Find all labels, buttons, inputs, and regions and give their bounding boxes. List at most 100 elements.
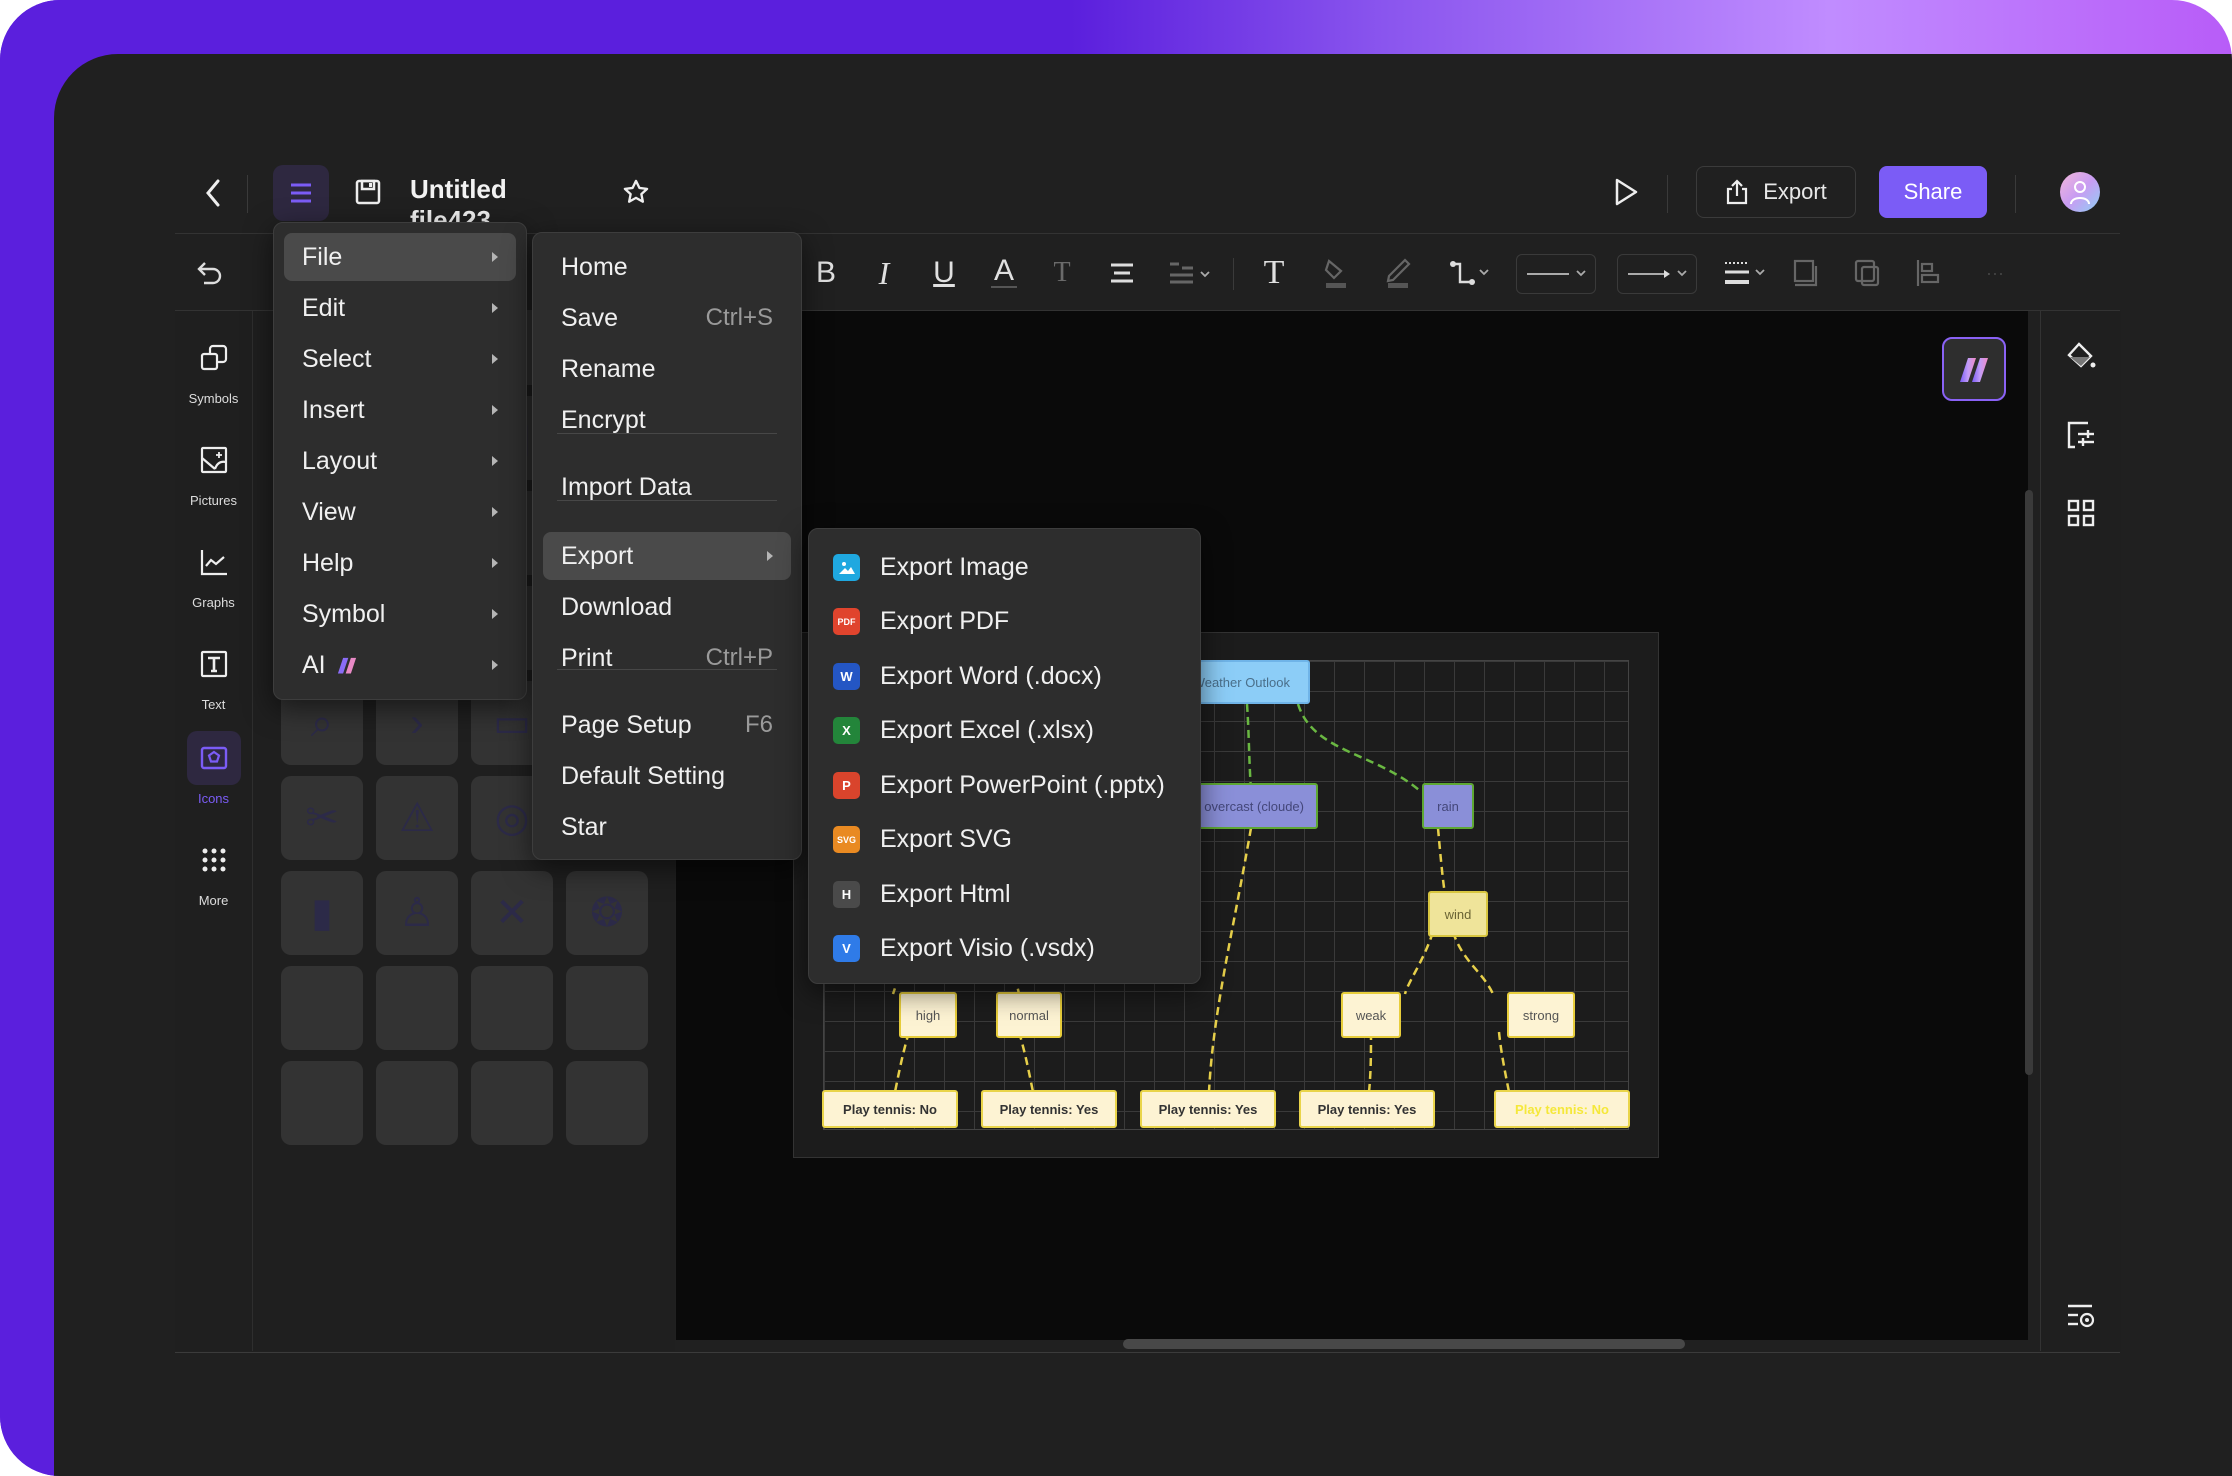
node-high[interactable]: high [899,992,957,1038]
icon-library-tile[interactable]: ❂ [566,871,648,955]
arrow-style-select[interactable] [1617,254,1697,294]
export-item-powerpoint[interactable]: P Export PowerPoint (.pptx) [819,761,1190,809]
icon-library-tile[interactable]: ✂ [281,776,363,860]
node-wind[interactable]: wind [1428,891,1488,937]
line-spacing-button[interactable] [1165,258,1215,288]
node-leaf-play-yes[interactable]: Play tennis: Yes [981,1090,1117,1128]
icon-library-tile[interactable]: ⚠ [376,776,458,860]
menu-item-ai[interactable]: AI [284,641,516,689]
horizontal-scrollbar[interactable] [1123,1339,1685,1349]
file-menu-item-default-setting[interactable]: Default Setting [543,752,791,800]
file-menu-item-encrypt[interactable]: Encrypt [543,396,791,444]
export-item-excel[interactable]: X Export Excel (.xlsx) [819,707,1190,755]
main-menu-button[interactable] [273,165,329,221]
italic-button[interactable]: I [870,255,898,291]
undo-button[interactable] [192,256,228,290]
menu-item-view[interactable]: View [284,488,516,536]
ai-assistant-button[interactable] [1942,337,2006,401]
bold-button[interactable]: B [812,256,840,289]
menu-item-symbol[interactable]: Symbol [284,590,516,638]
icon-library-tile[interactable] [566,1061,648,1145]
rail-item-icons[interactable]: Icons [175,731,252,806]
text-tool-button[interactable]: T [1258,254,1290,291]
export-item-pdf[interactable]: PDF Export PDF [819,598,1190,646]
pdf-icon: PDF [833,608,860,635]
export-item-visio[interactable]: V Export Visio (.vsdx) [819,925,1190,973]
node-strong[interactable]: strong [1507,992,1575,1038]
rail-item-text[interactable]: Text [175,637,252,712]
node-leaf-play-no[interactable]: Play tennis: No [822,1090,958,1128]
export-item-word[interactable]: W Export Word (.docx) [819,652,1190,700]
menu-item-layout[interactable]: Layout [284,437,516,485]
icon-library-tile[interactable] [281,1061,363,1145]
line-color-button[interactable] [1380,258,1416,288]
user-avatar[interactable] [2060,172,2100,212]
align-objects-icon [1916,260,1940,286]
more-toolbar-button[interactable]: ··· [1978,258,2012,288]
line-weight-button[interactable] [1720,258,1770,288]
icon-library-tile[interactable] [471,1061,553,1145]
ai-logo-icon [1960,358,1988,382]
align-objects-button[interactable] [1912,258,1946,288]
node-leaf-play-no[interactable]: Play tennis: No [1494,1090,1630,1128]
underline-button[interactable]: U [928,256,960,289]
submenu-arrow-icon [492,609,498,619]
send-back-button[interactable] [1850,258,1884,288]
font-color-button[interactable]: A [988,256,1020,288]
file-menu-item-import-data[interactable]: Import Data [543,463,791,511]
menu-item-edit[interactable]: Edit [284,284,516,332]
layout-grid-button[interactable] [2061,493,2101,533]
file-menu-item-print[interactable]: Print Ctrl+P [543,634,791,682]
fill-color-button[interactable] [1318,258,1354,288]
vertical-scrollbar[interactable] [2025,490,2033,1075]
icon-library-tile[interactable] [471,966,553,1050]
file-menu-item-save[interactable]: Save Ctrl+S [543,294,791,342]
rail-item-graphs[interactable]: Graphs [175,535,252,610]
library-icon: › [410,700,424,745]
menu-item-file[interactable]: File [284,233,516,281]
rail-item-pictures[interactable]: Pictures [175,433,252,508]
star-button[interactable] [620,176,652,208]
export-item-svg[interactable]: SVG Export SVG [819,816,1190,864]
align-button[interactable] [1106,258,1138,288]
export-item-image[interactable]: Export Image [819,543,1190,591]
share-button[interactable]: Share [1879,166,1987,218]
icon-library-tile[interactable]: ♙ [376,871,458,955]
text-style-button[interactable]: T [1048,257,1076,288]
save-button[interactable] [352,176,384,208]
export-item-html[interactable]: H Export Html [819,870,1190,918]
icon-library-tile[interactable]: ▮ [281,871,363,955]
connector-button[interactable] [1446,258,1496,288]
fill-style-button[interactable] [2061,337,2101,377]
file-menu-item-star[interactable]: Star [543,803,791,851]
list-settings-button[interactable] [2061,1296,2101,1336]
menu-item-help[interactable]: Help [284,539,516,587]
node-weak[interactable]: weak [1341,992,1401,1038]
submenu-arrow-icon [492,660,498,670]
file-menu-item-home[interactable]: Home [543,243,791,291]
rail-item-more[interactable]: More [175,833,252,908]
play-button[interactable] [1608,174,1644,210]
node-rain[interactable]: rain [1422,783,1474,829]
icon-library-tile[interactable] [281,966,363,1050]
icon-library-tile[interactable] [376,1061,458,1145]
menu-item-insert[interactable]: Insert [284,386,516,434]
file-menu-item-rename[interactable]: Rename [543,345,791,393]
icon-library-tile[interactable]: ✕ [471,871,553,955]
icon-library-tile[interactable] [566,966,648,1050]
export-button[interactable]: Export [1696,166,1856,218]
back-button[interactable] [198,176,228,210]
bring-front-button[interactable] [1788,258,1822,288]
icon-library-tile[interactable] [376,966,458,1050]
node-leaf-play-yes[interactable]: Play tennis: Yes [1140,1090,1276,1128]
line-style-select[interactable] [1516,254,1596,294]
file-menu-item-export[interactable]: Export [543,532,791,580]
rail-item-symbols[interactable]: Symbols [175,331,252,406]
file-menu-item-download[interactable]: Download [543,583,791,631]
file-menu-item-page-setup[interactable]: Page Setup F6 [543,701,791,749]
node-leaf-play-yes[interactable]: Play tennis: Yes [1299,1090,1435,1128]
menu-item-select[interactable]: Select [284,335,516,383]
menu-item-label: Export Word (.docx) [880,661,1102,690]
node-normal[interactable]: normal [996,992,1062,1038]
page-settings-button[interactable] [2061,415,2101,455]
